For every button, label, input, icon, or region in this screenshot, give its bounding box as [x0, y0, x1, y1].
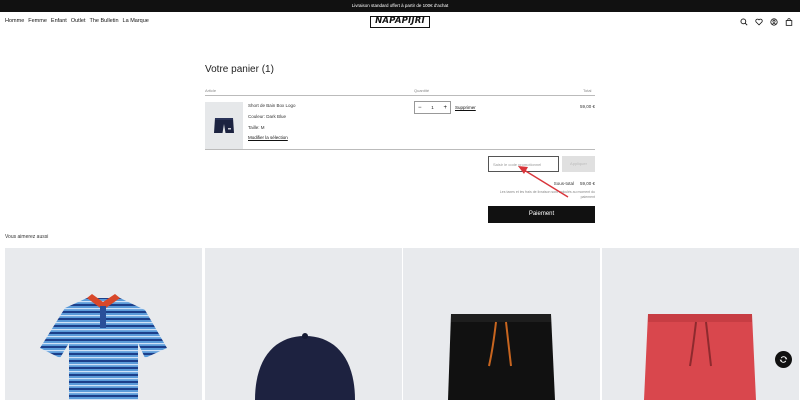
product-thumbnail[interactable] [205, 102, 243, 149]
nav-outlet[interactable]: Outlet [71, 18, 86, 24]
nav-femme[interactable]: Femme [28, 18, 47, 24]
red-swim-shorts-image [644, 314, 756, 400]
increase-quantity-button[interactable]: + [443, 105, 447, 111]
quantity-value[interactable]: 1 [431, 105, 434, 110]
recommendations-title: Vous aimerez aussi [5, 234, 49, 240]
search-icon[interactable] [739, 17, 748, 26]
column-total: Total [583, 88, 592, 93]
subtotal-row: Sous-total 59,00 € [500, 181, 595, 186]
cart-title: Votre panier (1) [205, 64, 274, 75]
nav-homme[interactable]: Homme [5, 18, 24, 24]
main-nav: Homme Femme Enfant Outlet The Bulletin L… [5, 18, 149, 24]
checkout-button[interactable]: Paiement [488, 206, 595, 223]
site-header: Homme Femme Enfant Outlet The Bulletin L… [0, 12, 800, 32]
remove-item-link[interactable]: Supprimer [455, 105, 476, 110]
promo-code-input[interactable]: Saisir le code promotionnel [488, 156, 559, 172]
column-quantity: Quantité [414, 88, 430, 93]
edit-selection-link[interactable]: Modifier la sélection [248, 135, 288, 140]
decrease-quantity-button[interactable]: − [418, 105, 422, 111]
brand-logo[interactable]: NAPAPIJRI [370, 16, 430, 28]
apply-promo-button[interactable]: Appliquer [562, 156, 595, 172]
chat-icon [779, 356, 788, 363]
chat-button[interactable] [775, 351, 792, 368]
nav-enfant[interactable]: Enfant [51, 18, 67, 24]
swim-shorts-image [214, 117, 234, 133]
product-color: Couleur: Dark Blue [248, 114, 287, 119]
quantity-stepper: − 1 + [414, 101, 451, 114]
striped-polo-image [40, 294, 167, 400]
subtotal-label: Sous-total [553, 181, 574, 186]
product-name[interactable]: Short de Bain Box Logo [248, 103, 296, 108]
announcement-bar: Livraison standard offert à partir de 10… [0, 0, 800, 12]
nav-the-bulletin[interactable]: The Bulletin [90, 18, 119, 24]
product-card-cap[interactable] [205, 248, 402, 400]
cart-item-divider [205, 149, 595, 150]
tax-note: Les taxes et les frais de livraison sont… [499, 190, 595, 199]
header-icons [724, 17, 793, 26]
subtotal-value: 59,00 € [579, 181, 595, 186]
heart-icon[interactable] [754, 17, 763, 26]
item-price: 59,00 € [579, 104, 595, 109]
black-swim-shorts-image [448, 314, 555, 400]
product-size: Taille: M [248, 125, 265, 130]
bag-icon[interactable] [784, 17, 793, 26]
navy-cap-image [255, 333, 355, 400]
product-card-black-shorts[interactable] [403, 248, 600, 400]
product-card-polo[interactable] [5, 248, 202, 400]
cart-header-divider [205, 95, 595, 96]
product-card-red-shorts[interactable] [602, 248, 799, 400]
account-icon[interactable] [769, 17, 778, 26]
nav-la-marque[interactable]: La Marque [123, 18, 149, 24]
column-article: Article [205, 88, 217, 93]
france-flag-icon[interactable] [724, 17, 733, 26]
announcement-text: Livraison standard offert à partir de 10… [351, 3, 449, 8]
